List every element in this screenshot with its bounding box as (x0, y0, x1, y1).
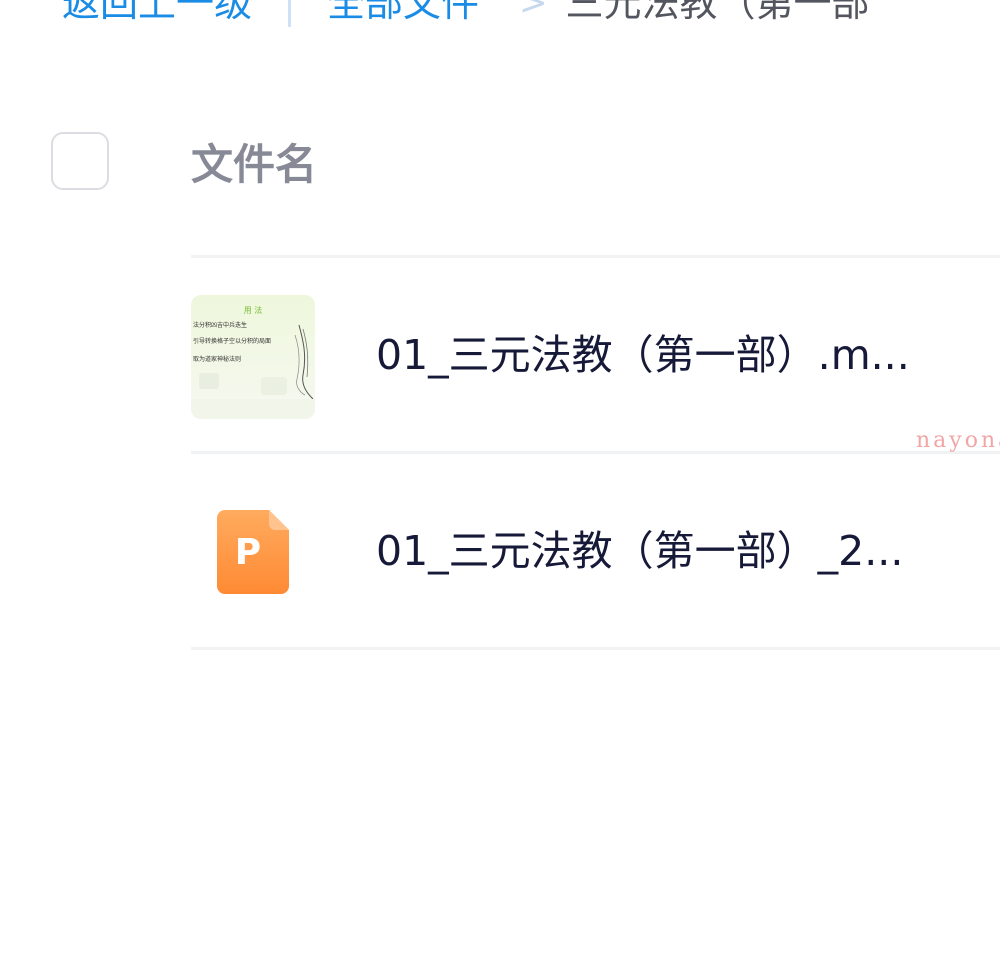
back-link[interactable]: 返回上一级 (62, 0, 252, 28)
file-name[interactable]: 01_三元法教（第一部）_2... (376, 524, 903, 578)
select-all-checkbox[interactable] (51, 132, 109, 190)
watermark-text: nayona (916, 428, 1000, 453)
thumb-title: 用 法 (244, 305, 263, 315)
thumb-line: 取为道家神秘法则 (193, 355, 241, 363)
breadcrumb: 返回上一级 全部文件 > 三元法教（第一部 (62, 0, 870, 28)
all-files-link[interactable]: 全部文件 (327, 0, 479, 28)
file-row[interactable]: P 01_三元法教（第一部）_2... (191, 454, 1000, 648)
column-header-filename[interactable]: 文件名 (191, 138, 317, 192)
breadcrumb-current-folder: 三元法教（第一部 (565, 0, 870, 25)
ppt-letter: P (235, 532, 261, 573)
document-page-icon: 用 法 法分积凶吉中兵迭生 引导转换格子空以分积的局面 取为道家神秘法则 (191, 295, 315, 419)
row-divider (191, 647, 1000, 650)
document-thumbnail[interactable]: 用 法 法分积凶吉中兵迭生 引导转换格子空以分积的局面 取为道家神秘法则 (191, 295, 315, 419)
file-browser-page: 返回上一级 全部文件 > 三元法教（第一部 文件名 用 法 法分积凶吉中兵迭生 … (0, 0, 1000, 963)
chevron-right-icon: > (519, 0, 548, 23)
thumb-line: 法分积凶吉中兵迭生 (193, 321, 247, 329)
file-row[interactable]: 用 法 法分积凶吉中兵迭生 引导转换格子空以分积的局面 取为道家神秘法则 01_… (191, 258, 1000, 452)
file-name[interactable]: 01_三元法教（第一部）.m... (376, 328, 910, 382)
thumb-line: 引导转换格子空以分积的局面 (193, 337, 271, 345)
breadcrumb-separator (288, 0, 292, 27)
ppt-file-icon[interactable]: P (217, 510, 289, 594)
